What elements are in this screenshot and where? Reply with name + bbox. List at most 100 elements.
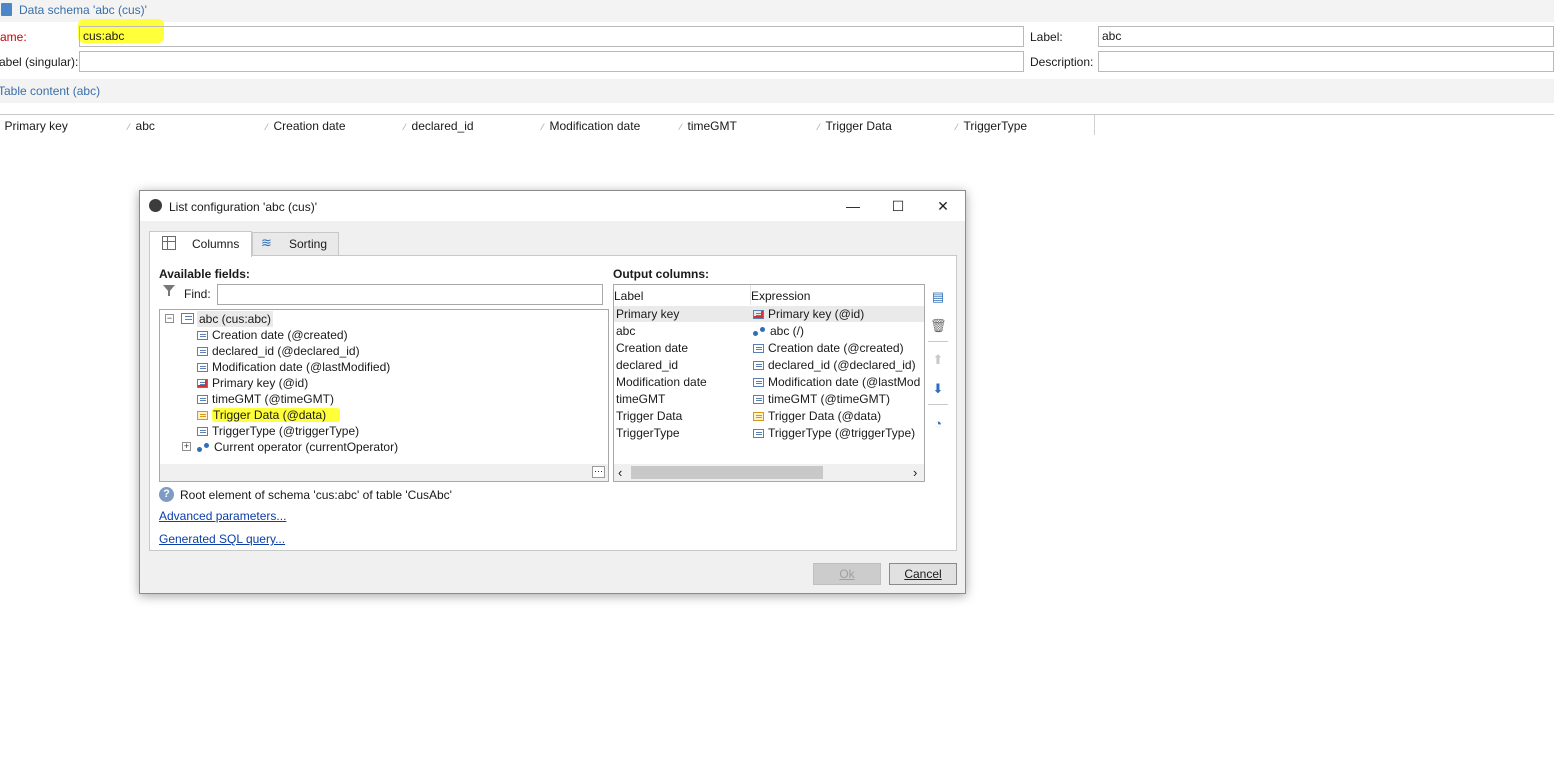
move-up-icon[interactable]: ⬆	[930, 352, 946, 368]
tree-item[interactable]: Trigger Data (@data)	[197, 407, 341, 423]
delete-icon[interactable]: 🗑	[930, 318, 947, 334]
name-input[interactable]: cus:abc	[79, 26, 1024, 47]
tab-sorting[interactable]: ≋ Sorting	[252, 232, 339, 256]
tree-item[interactable]: timeGMT (@timeGMT)	[197, 391, 334, 407]
output-header-expression[interactable]: Expression	[751, 288, 810, 304]
tree-item[interactable]: Primary key (@id)	[197, 375, 308, 391]
column-divider-icon: ⁄	[542, 122, 544, 132]
output-row-expression-text: TriggerType (@triggerType)	[768, 426, 916, 440]
output-row-expression-text: Primary key (@id)	[768, 307, 865, 321]
tree-item-label: Trigger Data (@data)	[212, 408, 341, 422]
table-column-label: Creation date	[273, 119, 346, 133]
tree-item-label: declared_id (@declared_id)	[212, 344, 360, 358]
field-icon	[197, 427, 208, 436]
table-column-header-cell[interactable]: ⁄Primary key	[0, 118, 68, 135]
primary-key-icon	[197, 379, 208, 388]
tab-columns-label: Columns	[192, 237, 240, 251]
table-column-header-cell[interactable]: ⁄ timeGMT	[680, 118, 737, 135]
table-column-header-cell[interactable]: ⁄ Creation date	[266, 118, 346, 135]
move-down-icon[interactable]: ⬇	[930, 381, 946, 397]
collapse-icon[interactable]: −	[165, 314, 174, 323]
cancel-button[interactable]: Cancel	[889, 563, 957, 585]
generated-sql-link[interactable]: Generated SQL query...	[159, 531, 285, 547]
output-row-label[interactable]: Modification date	[616, 374, 707, 390]
output-row-expression[interactable]: Modification date (@lastMod	[753, 374, 924, 390]
output-row-expression[interactable]: Primary key (@id)	[753, 306, 924, 322]
column-divider-icon: ⁄	[818, 122, 820, 132]
scroll-right-icon[interactable]: ›	[913, 464, 917, 481]
output-row-expression-text: timeGMT (@timeGMT)	[768, 392, 890, 406]
maximize-button[interactable]: ☐	[875, 191, 921, 221]
field-icon	[753, 429, 764, 438]
output-row-expression-text: Modification date (@lastMod	[768, 375, 921, 389]
table-column-header-cell[interactable]: ⁄ declared_id	[404, 118, 474, 135]
singular-label: abel (singular):	[0, 55, 79, 69]
filter-icon-stem	[168, 291, 170, 296]
column-divider-icon: ⁄	[128, 122, 130, 132]
output-header-label[interactable]: Label	[614, 288, 643, 304]
output-row-expression[interactable]: abc (/)	[753, 323, 924, 339]
name-value: cus:abc	[83, 29, 125, 43]
tree-item-current-operator[interactable]: Current operator (currentOperator)	[197, 439, 398, 455]
table-column-header	[0, 114, 1554, 137]
scroll-left-icon[interactable]: ‹	[618, 464, 622, 481]
schema-title: Data schema 'abc (cus)'	[19, 3, 147, 17]
output-row-label[interactable]: declared_id	[616, 357, 678, 373]
output-row-label[interactable]: Primary key	[616, 306, 679, 322]
schema-document-icon	[1, 3, 12, 16]
add-column-icon[interactable]: ▤	[930, 289, 946, 305]
tab-columns[interactable]: Columns	[149, 231, 252, 257]
tree-item[interactable]: Creation date (@created)	[197, 327, 348, 343]
field-icon	[753, 378, 764, 387]
output-row-label[interactable]: Creation date	[616, 340, 688, 356]
output-row-expression[interactable]: TriggerType (@triggerType)	[753, 425, 924, 441]
help-icon: ?	[159, 487, 174, 502]
tree-root-label[interactable]: abc (cus:abc)	[197, 311, 274, 327]
table-column-header-cell[interactable]: ⁄ TriggerType	[956, 118, 1027, 135]
tree-horizontal-scrollbar[interactable]	[160, 464, 608, 481]
advanced-parameters-link[interactable]: Advanced parameters...	[159, 508, 286, 524]
field-icon	[197, 363, 208, 372]
expand-icon[interactable]: +	[182, 442, 191, 451]
output-row-expression[interactable]: Creation date (@created)	[753, 340, 924, 356]
info-text: Root element of schema 'cus:abc' of tabl…	[180, 488, 452, 502]
output-row-expression[interactable]: timeGMT (@timeGMT)	[753, 391, 924, 407]
columns-icon	[162, 236, 176, 250]
table-content-section	[0, 79, 1554, 103]
output-row-label[interactable]: Trigger Data	[616, 408, 682, 424]
output-row-expression[interactable]: declared_id (@declared_id)	[753, 357, 924, 373]
tree-item[interactable]: TriggerType (@triggerType)	[197, 423, 359, 439]
table-column-label: declared_id	[411, 119, 474, 133]
find-label: Find:	[184, 287, 211, 301]
singular-input[interactable]	[79, 51, 1024, 72]
table-content-title[interactable]: Table content (abc)	[0, 83, 100, 99]
table-column-header-cell[interactable]: ⁄ Trigger Data	[818, 118, 892, 135]
tree-item[interactable]: declared_id (@declared_id)	[197, 343, 360, 359]
find-input[interactable]	[217, 284, 603, 305]
output-row-expression[interactable]: Trigger Data (@data)	[753, 408, 924, 424]
description-input[interactable]	[1098, 51, 1554, 72]
tree-item-label: Primary key (@id)	[212, 376, 309, 390]
description-label: Description:	[1030, 55, 1094, 69]
label-input[interactable]: abc	[1098, 26, 1554, 47]
available-fields-tree[interactable]: − abc (cus:abc) Creation date (@created)…	[159, 309, 609, 482]
output-columns-label: Output columns:	[613, 267, 709, 281]
toolbar-separator-2	[928, 404, 948, 405]
table-column-header-cell[interactable]: ⁄ Modification date	[542, 118, 640, 135]
output-columns-grid[interactable]: Label Expression Primary key Primary key …	[613, 284, 925, 482]
tree-item[interactable]: Modification date (@lastModified)	[197, 359, 390, 375]
ellipsis-icon[interactable]: ⋯	[592, 466, 605, 478]
table-column-label: abc	[135, 119, 155, 133]
table-column-label: TriggerType	[963, 119, 1028, 133]
output-row-label[interactable]: timeGMT	[616, 391, 665, 407]
output-row-expression-text: Creation date (@created)	[768, 341, 904, 355]
output-row-label[interactable]: TriggerType	[616, 425, 680, 441]
list-configuration-dialog: List configuration 'abc (cus)' — ☐ ✕ Col…	[139, 190, 966, 594]
distribution-icon[interactable]: ◔	[930, 416, 946, 432]
close-button[interactable]: ✕	[920, 191, 966, 221]
scrollbar-thumb[interactable]	[631, 466, 823, 479]
table-column-header-cell[interactable]: ⁄ abc	[128, 118, 155, 135]
minimize-button[interactable]: —	[830, 191, 876, 221]
ok-button[interactable]: Ok	[813, 563, 881, 585]
output-row-label[interactable]: abc	[616, 323, 635, 339]
